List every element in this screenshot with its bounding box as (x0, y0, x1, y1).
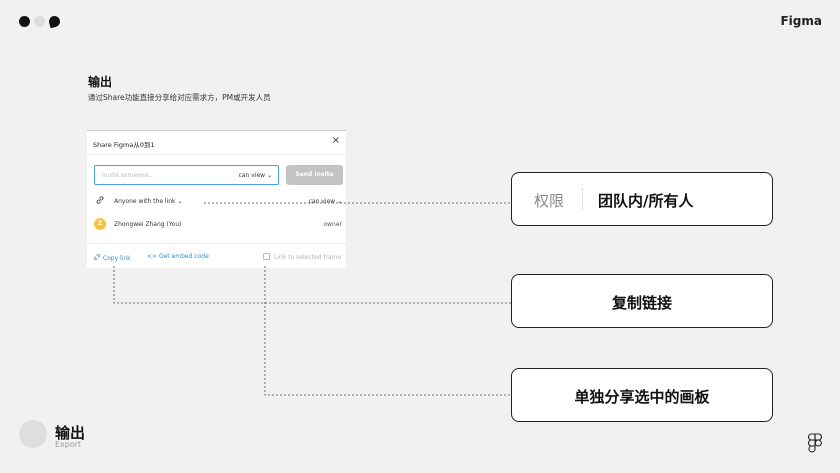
invite-placeholder: Invite someone... (102, 172, 154, 179)
close-icon[interactable]: × (332, 136, 340, 146)
checkbox-icon (263, 253, 270, 260)
brand-label: Figma (780, 14, 822, 28)
link-access-row: Anyone with the link ⌄ can view ⌄ (87, 195, 346, 209)
dot-icon (19, 16, 30, 27)
invite-input[interactable]: Invite someone... can view ⌄ (94, 165, 279, 185)
permission-tag: 权限 (534, 192, 565, 210)
user-role: owner (323, 221, 342, 228)
copy-link-callout: 复制链接 (511, 274, 773, 328)
slide: Figma 输出 通过Share功能直接分享给对应需求方，PM或开发人员 Sha… (0, 0, 840, 473)
permission-text: 团队内/所有人 (598, 192, 694, 210)
frame-share-callout: 单独分享选中的画板 (511, 368, 773, 422)
selected-frame-checkbox[interactable]: Link to selected frame (263, 253, 341, 261)
user-name: Zhongwei Zhang (You) (114, 221, 182, 228)
window-dots (19, 14, 62, 29)
permission-callout: 权限 团队内/所有人 (511, 172, 773, 226)
dialog-header: Share Figma从0到1 × (87, 131, 346, 155)
selected-frame-label: Link to selected frame (274, 254, 342, 261)
dialog-title: Share Figma从0到1 (93, 141, 155, 149)
dot-icon (47, 14, 62, 29)
copy-link-label: Copy link (102, 255, 131, 262)
page-subtitle: 通过Share功能直接分享给对应需求方，PM或开发人员 (88, 93, 271, 102)
share-dialog: Share Figma从0到1 × Invite someone... can … (87, 130, 346, 268)
avatar: Z (94, 218, 106, 230)
embed-code-button[interactable]: <> Get embed code (147, 253, 209, 260)
figma-logo-icon (808, 433, 822, 453)
divider (582, 188, 583, 210)
link-permission-select[interactable]: can view ⌄ (309, 198, 342, 205)
link-access-select[interactable]: Anyone with the link ⌄ (114, 198, 182, 205)
dot-icon (34, 16, 45, 27)
section-subtitle: Export (55, 440, 82, 449)
copy-link-button[interactable]: Copy link (93, 253, 131, 262)
user-row: Z Zhongwei Zhang (You) owner (87, 217, 346, 233)
page-title: 输出 (88, 75, 113, 89)
section-badge-icon (19, 420, 47, 448)
link-icon (94, 254, 100, 260)
link-icon (96, 196, 104, 204)
dialog-footer: Copy link <> Get embed code Link to sele… (87, 243, 346, 269)
copy-link-text: 复制链接 (611, 294, 672, 312)
invite-permission-select[interactable]: can view ⌄ (239, 172, 272, 179)
frame-share-text: 单独分享选中的画板 (574, 388, 710, 406)
send-invite-button[interactable]: Send invite (286, 165, 343, 185)
